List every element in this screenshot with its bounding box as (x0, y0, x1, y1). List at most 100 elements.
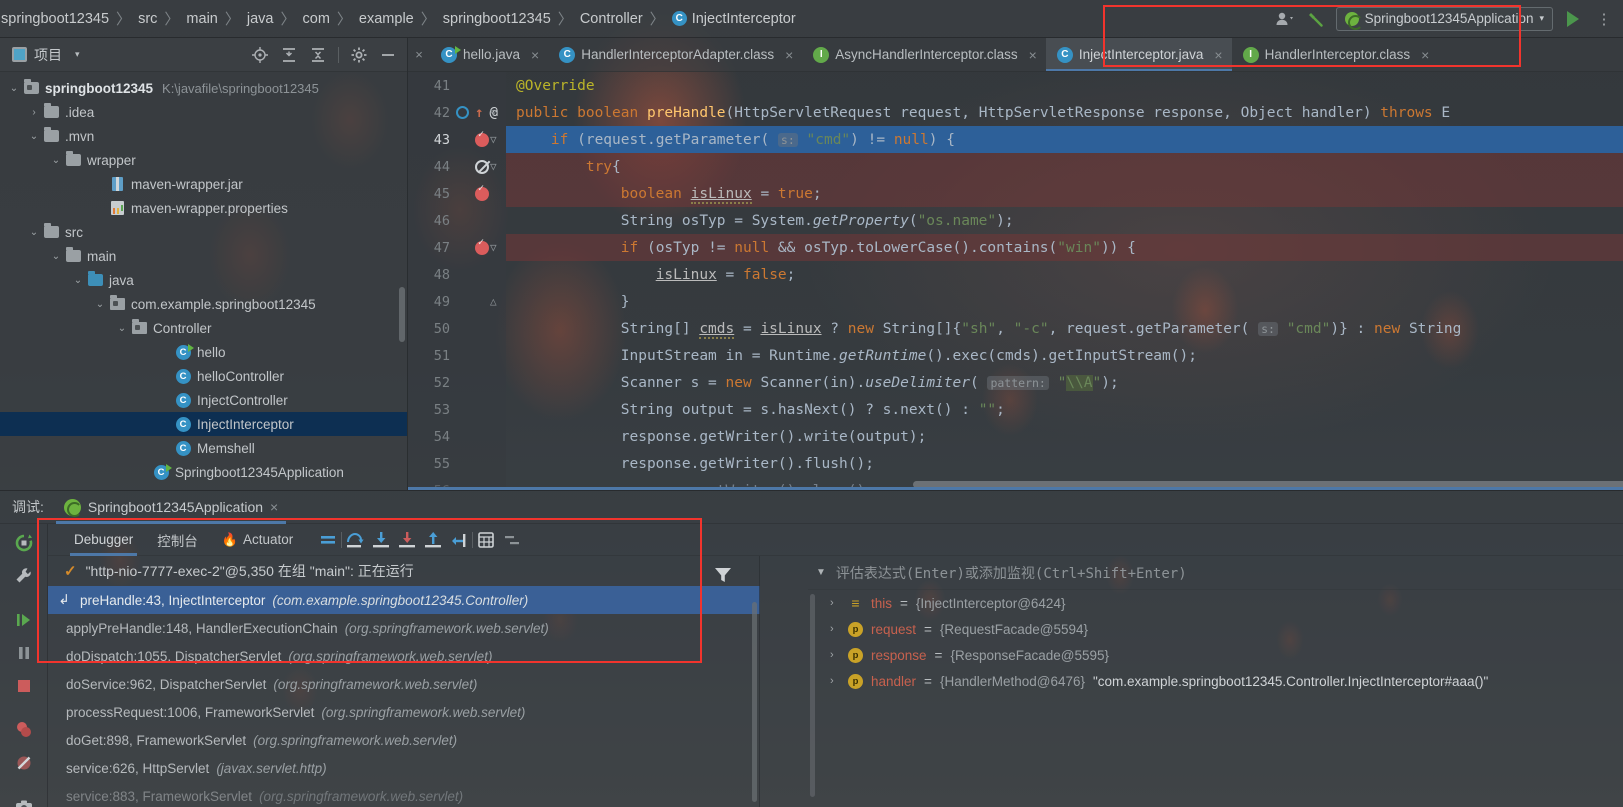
chevron-down-icon[interactable]: ▼ (816, 567, 826, 578)
tree-node-maven-wrapper-properties[interactable]: maven-wrapper.properties (0, 196, 407, 220)
tree-node-maven-wrapper-jar[interactable]: maven-wrapper.jar (0, 172, 407, 196)
user-icon[interactable] (1274, 8, 1296, 30)
hammer-build-icon[interactable] (1305, 8, 1327, 30)
tree-node-springboot12345[interactable]: ⌄ springboot12345 K:\javafile\springboot… (0, 76, 407, 100)
chevron-down-icon[interactable]: ⌄ (48, 251, 64, 262)
breakpoint-verified-icon[interactable] (475, 129, 489, 147)
variable-row-response[interactable]: › p response = {ResponseFacade@5595} (808, 642, 1623, 668)
fold-marker-icon[interactable]: ▽ (490, 160, 506, 173)
tab-handlerinterceptoradapter-class[interactable]: C HandlerInterceptorAdapter.class × (548, 38, 802, 71)
breakpoint-verified-icon[interactable] (475, 237, 489, 255)
chevron-down-icon[interactable]: ⌄ (6, 83, 22, 94)
variables-panel[interactable]: ▼ 评估表达式(Enter)或添加监视(Ctrl+Shift+Enter) › … (808, 556, 1623, 807)
frame-row-service-httpservlet[interactable]: service:626, HttpServlet (javax.servlet.… (48, 754, 760, 782)
tab-handlerinterceptor-class[interactable]: I HandlerInterceptor.class × (1232, 38, 1439, 71)
tree-node-injectinterceptor[interactable]: C InjectInterceptor (0, 412, 407, 436)
tree-node-hello[interactable]: C hello (0, 340, 407, 364)
filter-icon[interactable] (712, 564, 734, 586)
show-execution-point-icon[interactable] (315, 527, 341, 553)
chevron-right-icon[interactable]: › (830, 675, 840, 687)
breadcrumb-item-injectinterceptor[interactable]: C InjectInterceptor (669, 11, 799, 27)
debug-session-tab[interactable]: Springboot12345Application × (55, 491, 287, 524)
chevron-right-icon[interactable]: › (830, 649, 840, 661)
more-actions-icon[interactable]: ⋮ (1593, 8, 1615, 30)
pause-program-icon[interactable] (11, 642, 37, 664)
evaluate-expression-icon[interactable] (473, 527, 499, 553)
stop-program-icon[interactable] (11, 675, 37, 697)
collapse-all-icon[interactable] (309, 46, 327, 64)
tab-actuator[interactable]: 🔥 Actuator (210, 524, 305, 556)
frame-row-processrequest[interactable]: processRequest:1006, FrameworkServlet (o… (48, 698, 760, 726)
tree-node-memshell[interactable]: C Memshell (0, 436, 407, 460)
frame-row-applyprehandle[interactable]: applyPreHandle:148, HandlerExecutionChai… (48, 614, 760, 642)
chevron-right-icon[interactable]: › (830, 597, 840, 609)
fold-marker-icon[interactable]: ▽ (490, 241, 506, 254)
tab-hello-java[interactable]: C hello.java × (430, 38, 548, 71)
gutter-icons[interactable] (456, 180, 502, 207)
close-icon[interactable]: × (1214, 47, 1222, 63)
variable-row-handler[interactable]: › p handler = {HandlerMethod@6476} "com.… (808, 668, 1623, 694)
variable-row-request[interactable]: › p request = {RequestFacade@5594} (808, 616, 1623, 642)
breakpoint-verified-icon[interactable] (475, 183, 489, 201)
tab-overflow-close-icon[interactable]: × (408, 38, 430, 71)
frame-row-prehandle[interactable]: ↲ preHandle:43, InjectInterceptor (com.e… (48, 586, 760, 614)
close-icon[interactable]: × (531, 47, 539, 63)
drop-frame-icon[interactable] (446, 527, 472, 553)
tree-node-package-controller[interactable]: ⌄ Controller (0, 316, 407, 340)
chevron-down-icon[interactable]: ⌄ (114, 323, 130, 334)
project-tree-scrollbar[interactable] (399, 287, 405, 342)
frame-row-dodispatch[interactable]: doDispatch:1055, DispatcherServlet (org.… (48, 642, 760, 670)
breadcrumb-item-java[interactable]: java (244, 11, 277, 27)
tree-node-main[interactable]: ⌄ main (0, 244, 407, 268)
force-step-into-icon[interactable] (394, 527, 420, 553)
chevron-right-icon[interactable]: › (830, 623, 840, 635)
close-icon[interactable]: × (1421, 47, 1429, 63)
chevron-down-icon[interactable]: ⌄ (92, 299, 108, 310)
frame-row-doservice[interactable]: doService:962, DispatcherServlet (org.sp… (48, 670, 760, 698)
resume-program-icon[interactable] (11, 609, 37, 631)
close-icon[interactable]: × (270, 499, 278, 515)
breadcrumb-item-project[interactable]: springboot12345 (0, 11, 112, 27)
chevron-down-icon[interactable]: ⌄ (26, 131, 42, 142)
step-out-icon[interactable] (420, 527, 446, 553)
close-icon[interactable]: × (1029, 47, 1037, 63)
hide-panel-icon[interactable] (379, 46, 397, 64)
project-panel-title[interactable]: 项目 ▾ (12, 45, 80, 65)
rerun-icon[interactable] (11, 532, 37, 554)
override-method-icon[interactable] (456, 106, 469, 119)
breadcrumb-item-controller[interactable]: Controller (577, 11, 646, 27)
mute-breakpoints-icon[interactable] (11, 752, 37, 774)
run-button[interactable] (1562, 8, 1584, 30)
breakpoint-disabled-icon[interactable] (475, 159, 489, 174)
step-over-icon[interactable] (342, 527, 368, 553)
run-configuration-selector[interactable]: Springboot12345Application ▾ (1335, 6, 1553, 31)
tab-debugger[interactable]: Debugger (62, 524, 145, 556)
tree-node-src[interactable]: ⌄ src (0, 220, 407, 244)
tree-node-wrapper[interactable]: ⌄ wrapper (0, 148, 407, 172)
camera-icon[interactable] (11, 796, 37, 807)
settings-icon[interactable] (499, 527, 525, 553)
tree-node-hellocontroller[interactable]: C helloController (0, 364, 407, 388)
tab-console[interactable]: 控制台 (145, 524, 210, 556)
fold-marker-icon[interactable]: ▽ (490, 133, 506, 146)
settings-gear-icon[interactable] (350, 46, 368, 64)
breadcrumb-item-com[interactable]: com (300, 11, 333, 27)
expand-all-icon[interactable] (280, 46, 298, 64)
evaluate-expression-field[interactable]: ▼ 评估表达式(Enter)或添加监视(Ctrl+Shift+Enter) (808, 556, 1623, 590)
settings-wrench-icon[interactable] (11, 565, 37, 587)
tab-injectinterceptor-java[interactable]: C InjectInterceptor.java × (1045, 38, 1232, 71)
breadcrumb-item-springboot12345[interactable]: springboot12345 (440, 11, 554, 27)
tree-node-injectcontroller[interactable]: C InjectController (0, 388, 407, 412)
frames-panel[interactable]: ✓ "http-nio-7777-exec-2"@5,350 在组 "main"… (48, 556, 760, 807)
close-icon[interactable]: × (785, 47, 793, 63)
variables-scrollbar[interactable] (810, 594, 815, 797)
variable-row-this[interactable]: › ≡ this = {InjectInterceptor@6424} (808, 590, 1623, 616)
tree-node-package-com-example[interactable]: ⌄ com.example.springboot12345 (0, 292, 407, 316)
frames-scrollbar[interactable] (752, 602, 757, 802)
chevron-down-icon[interactable]: ⌄ (48, 155, 64, 166)
chevron-down-icon[interactable]: ⌄ (26, 227, 42, 238)
view-breakpoints-icon[interactable] (11, 719, 37, 741)
locate-icon[interactable] (251, 46, 269, 64)
chevron-right-icon[interactable]: › (26, 107, 42, 118)
breadcrumb-item-example[interactable]: example (356, 11, 417, 27)
